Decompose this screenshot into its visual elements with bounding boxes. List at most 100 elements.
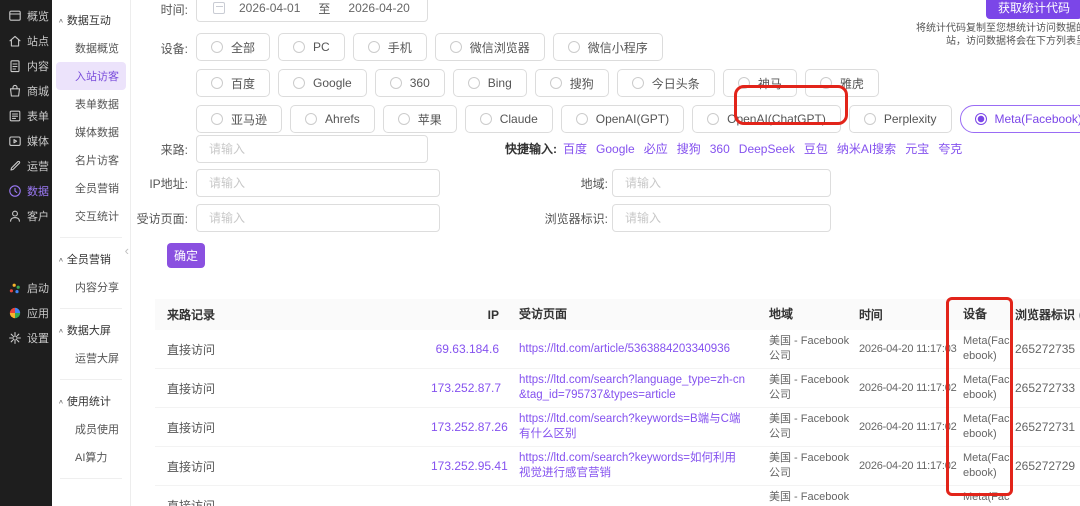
device-chip[interactable]: Perplexity	[849, 105, 952, 133]
device-chip[interactable]: 手机	[353, 33, 427, 61]
time-cell: 2026-04-20 11:17:02	[859, 421, 953, 433]
device-chip[interactable]: OpenAI(GPT)	[561, 105, 684, 133]
column-header-device: 设备	[953, 307, 1015, 322]
launch-icon	[8, 281, 22, 295]
sidebar-item-settings[interactable]: 设置	[0, 325, 52, 350]
sidebar-item-launch[interactable]: 启动	[0, 275, 52, 300]
region-cell: 美国 - Facebook公司	[759, 334, 859, 364]
submenu-item[interactable]: 全员营销	[52, 174, 130, 202]
quick-link[interactable]: 360	[710, 142, 730, 156]
device-label: 设备:	[131, 40, 188, 57]
time-label: 时间:	[131, 1, 188, 18]
quick-link[interactable]: 豆包	[804, 142, 828, 156]
quick-link[interactable]: 纳米AI搜索	[837, 142, 896, 156]
ip-link[interactable]: 173.252.95.41	[431, 459, 507, 473]
device-chip[interactable]: PC	[278, 33, 345, 61]
referrer-input[interactable]	[196, 135, 428, 163]
ip-label: IP地址:	[131, 175, 188, 192]
sidebar-item-operation[interactable]: 运营	[0, 153, 52, 178]
quick-link[interactable]: 百度	[563, 142, 587, 156]
sidebar-item-media[interactable]: 媒体	[0, 128, 52, 153]
device-chip[interactable]: Bing	[453, 69, 527, 97]
submenu-group-title[interactable]: ∧全员营销	[52, 245, 130, 273]
submenu-group-title[interactable]: ∧使用统计	[52, 387, 130, 415]
submenu-item[interactable]: 成员使用	[52, 415, 130, 443]
confirm-button[interactable]: 确定	[167, 243, 205, 268]
page-link[interactable]: https://ltd.com/search?language_type=zh-…	[507, 373, 759, 403]
submenu-group-title[interactable]: ∧数据大屏	[52, 316, 130, 344]
device-chip[interactable]: 360	[375, 69, 445, 97]
device-chip[interactable]: 苹果	[383, 105, 457, 133]
quick-link[interactable]: 元宝	[905, 142, 929, 156]
page-link[interactable]: https://ltd.com/search?keywords=B端与C端有什么…	[507, 412, 759, 442]
page: 概览站点内容商城表单媒体运营数据客户 启动应用设置 ∧数据互动数据概览入站访客表…	[0, 0, 1080, 506]
sidebar-item-customer[interactable]: 客户	[0, 203, 52, 228]
quick-link[interactable]: 夸克	[938, 142, 962, 156]
get-code-button[interactable]: 获取统计代码	[986, 0, 1080, 19]
sidebar-spacer	[0, 228, 52, 275]
ip-link[interactable]: 173.252.87.26	[431, 420, 507, 434]
media-icon	[8, 134, 22, 148]
quick-link[interactable]: 必应	[644, 142, 668, 156]
collapse-sidebar-handle[interactable]: ‹	[125, 243, 129, 258]
sidebar-item-form[interactable]: 表单	[0, 103, 52, 128]
page-link[interactable]: https://ltd.com/article/5363884203340936	[507, 342, 759, 357]
visited-page-input[interactable]	[196, 204, 440, 232]
sidebar-item-apps[interactable]: 应用	[0, 300, 52, 325]
mall-icon	[8, 84, 22, 98]
submenu-item[interactable]: 运营大屏	[52, 344, 130, 372]
submenu-item[interactable]: 入站访客	[56, 62, 126, 90]
submenu-item[interactable]: AI算力	[52, 443, 130, 471]
ip-input[interactable]	[196, 169, 440, 197]
submenu-item[interactable]: 交互统计	[52, 202, 130, 230]
device-chip[interactable]: Claude	[465, 105, 553, 133]
ip-link[interactable]: 69.63.184.6	[431, 342, 507, 356]
device-chip[interactable]: Meta(Facebook)	[960, 105, 1080, 133]
column-header-region: 地域	[759, 307, 859, 322]
region-input[interactable]	[612, 169, 831, 197]
source-cell: 直接访问	[155, 380, 431, 397]
radio-icon	[975, 113, 987, 125]
sidebar-item-mall[interactable]: 商城	[0, 78, 52, 103]
sidebar-item-content[interactable]: 内容	[0, 53, 52, 78]
form-icon	[8, 109, 22, 123]
quick-link[interactable]: DeepSeek	[739, 142, 795, 156]
sidebar-item-label: 媒体	[27, 133, 49, 149]
browser-id-input[interactable]	[612, 204, 831, 232]
device-chip[interactable]: 今日头条	[617, 69, 715, 97]
sidebar-item-label: 数据	[27, 183, 49, 199]
device-chip[interactable]: Google	[278, 69, 367, 97]
submenu-item[interactable]: 内容分享	[52, 273, 130, 301]
site-icon	[8, 34, 22, 48]
radio-icon	[820, 77, 832, 89]
submenu-item[interactable]: 表单数据	[52, 90, 130, 118]
device-chip[interactable]: 全部	[196, 33, 270, 61]
time-cell: 2026-04-20 11:17:03	[859, 343, 953, 355]
device-chip[interactable]: 微信小程序	[553, 33, 663, 61]
device-chip[interactable]: 神马	[723, 69, 797, 97]
device-chip[interactable]: 微信浏览器	[435, 33, 545, 61]
sidebar-item-data[interactable]: 数据	[0, 178, 52, 203]
visitor-table: 来路记录IP受访页面地域时间设备浏览器标识? 直接访问69.63.184.6ht…	[155, 299, 1080, 506]
device-chip[interactable]: 搜狗	[535, 69, 609, 97]
submenu-item[interactable]: 媒体数据	[52, 118, 130, 146]
radio-icon	[864, 113, 876, 125]
device-chip[interactable]: 雅虎	[805, 69, 879, 97]
device-chip[interactable]: 亚马逊	[196, 105, 282, 133]
sidebar-item-site[interactable]: 站点	[0, 28, 52, 53]
page-link[interactable]: https://ltd.com/search?keywords=如何利用视觉进行…	[507, 451, 759, 481]
device-chip[interactable]: OpenAI(ChatGPT)	[692, 105, 841, 133]
sidebar-item-overview[interactable]: 概览	[0, 3, 52, 28]
ip-link[interactable]: 173.252.87.7	[431, 381, 507, 395]
quick-link[interactable]: Google	[596, 142, 635, 156]
submenu-group-title[interactable]: ∧数据互动	[52, 6, 130, 34]
date-range-input[interactable]: 2026-04-01 至 2026-04-20	[196, 0, 428, 22]
radio-icon	[450, 41, 462, 53]
quick-link[interactable]: 搜狗	[677, 142, 701, 156]
submenu-item[interactable]: 数据概览	[52, 34, 130, 62]
table-row: 直接访问173.252.87.26https://ltd.com/search?…	[155, 408, 1080, 447]
device-chip[interactable]: Ahrefs	[290, 105, 375, 133]
submenu-item[interactable]: 名片访客	[52, 146, 130, 174]
quick-input: 快捷输入:百度Google必应搜狗360DeepSeek豆包纳米AI搜索元宝夸克	[505, 140, 971, 157]
device-chip[interactable]: 百度	[196, 69, 270, 97]
